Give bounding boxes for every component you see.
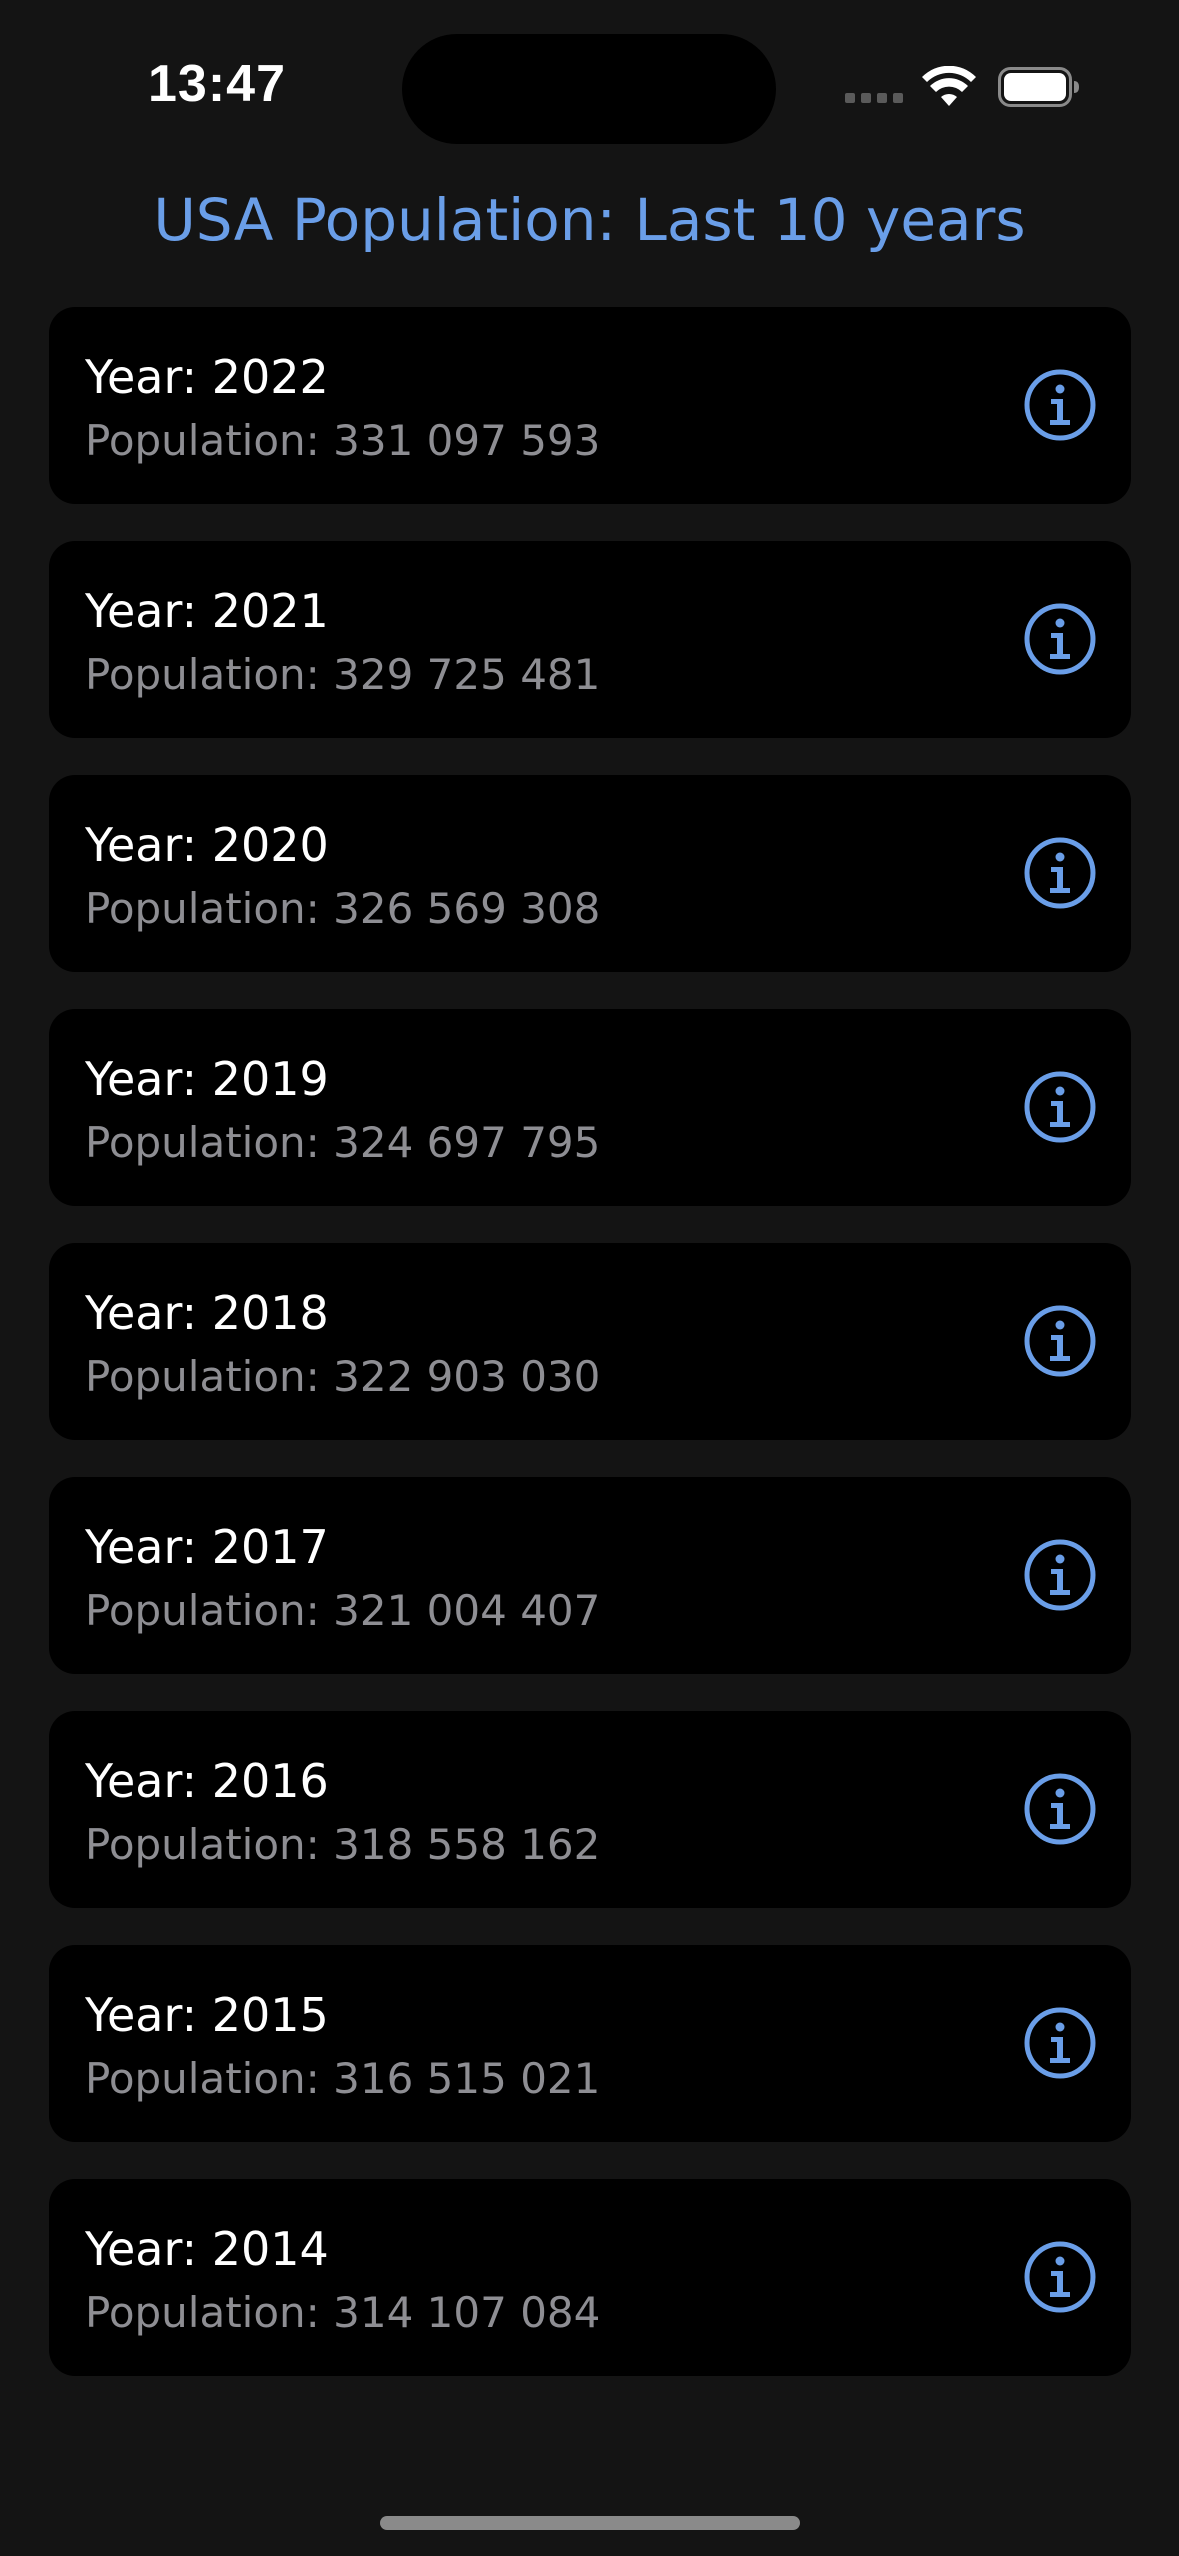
item-year: Year: 2020 xyxy=(85,818,329,872)
item-population: Population: 326 569 308 xyxy=(85,884,601,933)
item-year: Year: 2018 xyxy=(85,1286,329,1340)
page-title: USA Population: Last 10 years xyxy=(153,186,1026,254)
info-icon[interactable] xyxy=(1023,1304,1097,1378)
list-item[interactable]: Year: 2015 Population: 316 515 021 xyxy=(49,1945,1131,2142)
list-item[interactable]: Year: 2019 Population: 324 697 795 xyxy=(49,1009,1131,1206)
list-item[interactable]: Year: 2021 Population: 329 725 481 xyxy=(49,541,1131,738)
item-year: Year: 2015 xyxy=(85,1988,329,2042)
item-population: Population: 331 097 593 xyxy=(85,416,601,465)
battery-icon xyxy=(998,67,1079,107)
info-icon[interactable] xyxy=(1023,368,1097,442)
list-item[interactable]: Year: 2014 Population: 314 107 084 xyxy=(49,2179,1131,2376)
info-icon[interactable] xyxy=(1023,602,1097,676)
info-icon[interactable] xyxy=(1023,2006,1097,2080)
item-year: Year: 2014 xyxy=(85,2222,329,2276)
list-item[interactable]: Year: 2016 Population: 318 558 162 xyxy=(49,1711,1131,1908)
item-population: Population: 314 107 084 xyxy=(85,2288,601,2337)
item-year: Year: 2017 xyxy=(85,1520,329,1574)
info-icon[interactable] xyxy=(1023,1070,1097,1144)
item-year: Year: 2016 xyxy=(85,1754,329,1808)
list-item[interactable]: Year: 2018 Population: 322 903 030 xyxy=(49,1243,1131,1440)
info-icon[interactable] xyxy=(1023,2240,1097,2314)
item-year: Year: 2021 xyxy=(85,584,329,638)
cellular-signal-icon xyxy=(845,93,905,105)
dynamic-island xyxy=(402,34,776,144)
population-list: Year: 2022 Population: 331 097 593 Year:… xyxy=(49,307,1131,2413)
info-icon[interactable] xyxy=(1023,1538,1097,1612)
home-indicator[interactable] xyxy=(380,2516,800,2530)
item-population: Population: 318 558 162 xyxy=(85,1820,601,1869)
item-population: Population: 321 004 407 xyxy=(85,1586,601,1635)
info-icon[interactable] xyxy=(1023,836,1097,910)
item-population: Population: 316 515 021 xyxy=(85,2054,601,2103)
item-year: Year: 2022 xyxy=(85,350,329,404)
status-time: 13:47 xyxy=(148,55,286,113)
list-item[interactable]: Year: 2022 Population: 331 097 593 xyxy=(49,307,1131,504)
status-bar: 13:47 xyxy=(0,0,1179,170)
item-year: Year: 2019 xyxy=(85,1052,329,1106)
info-icon[interactable] xyxy=(1023,1772,1097,1846)
list-item[interactable]: Year: 2020 Population: 326 569 308 xyxy=(49,775,1131,972)
item-population: Population: 324 697 795 xyxy=(85,1118,601,1167)
list-item[interactable]: Year: 2017 Population: 321 004 407 xyxy=(49,1477,1131,1674)
wifi-icon xyxy=(922,66,976,106)
item-population: Population: 329 725 481 xyxy=(85,650,601,699)
item-population: Population: 322 903 030 xyxy=(85,1352,601,1401)
